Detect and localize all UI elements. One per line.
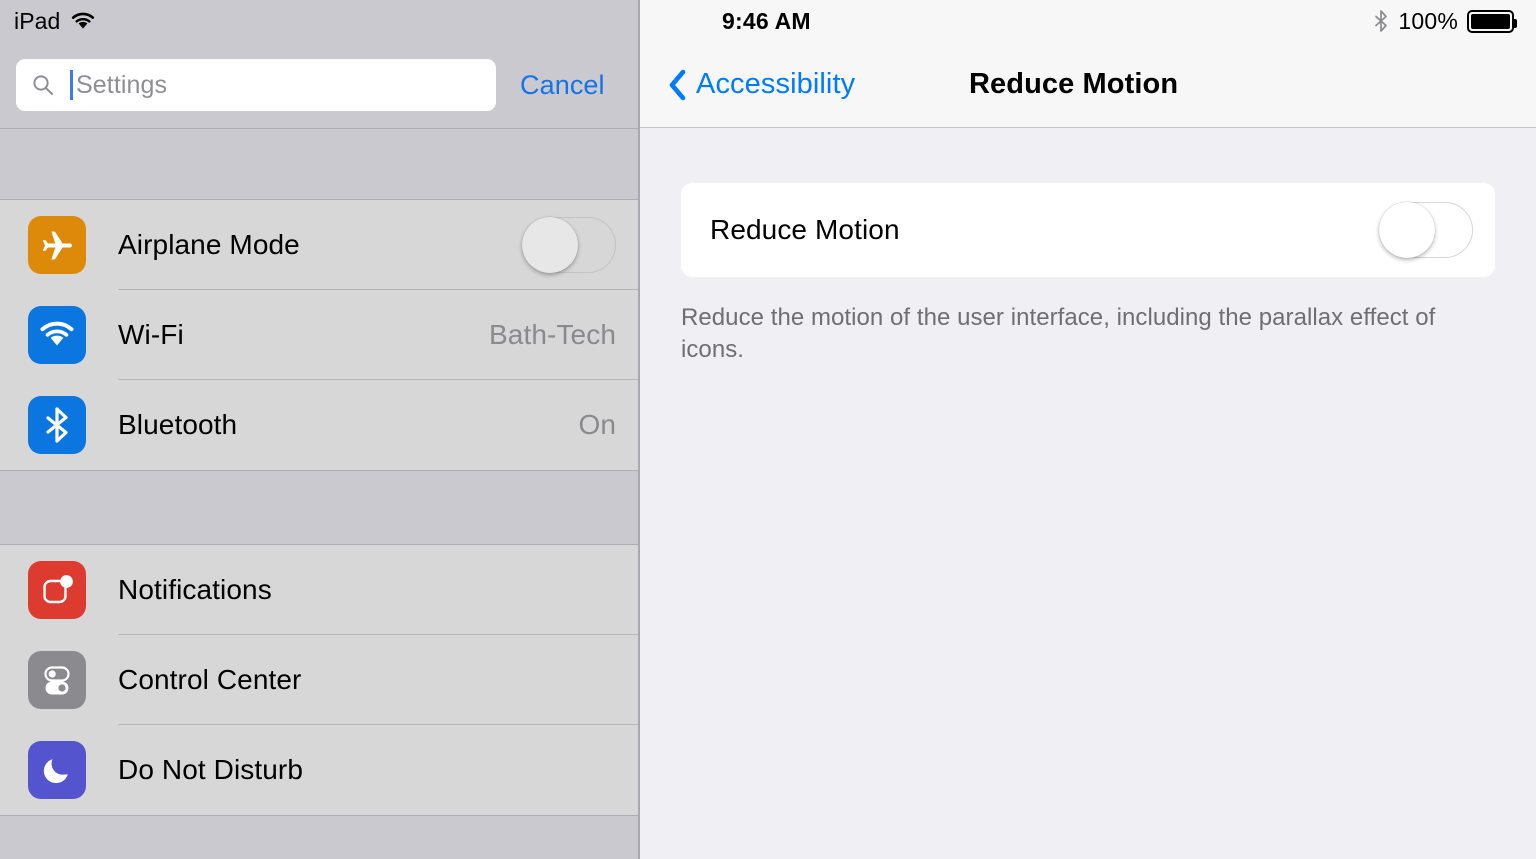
settings-sidebar: iPad Settings Cancel Airplane Mode Wi-Fi… <box>0 0 640 859</box>
sidebar-item-label: Airplane Mode <box>118 229 300 260</box>
battery-percent-label: 100% <box>1398 7 1458 34</box>
sidebar-group-gap-middle <box>0 470 638 545</box>
device-name-label: iPad <box>14 7 61 34</box>
sidebar-bottom-area <box>0 815 638 859</box>
search-icon <box>33 75 53 95</box>
toggle-knob <box>1379 202 1435 258</box>
back-button[interactable]: Accessibility <box>668 68 855 101</box>
sidebar-item-label: Do Not Disturb <box>118 754 304 785</box>
notifications-icon <box>28 561 86 619</box>
ipad-settings-screen: iPad Settings Cancel Airplane Mode Wi-Fi… <box>0 0 1536 859</box>
sidebar-item-airplane-mode[interactable]: Airplane Mode <box>0 200 638 290</box>
do-not-disturb-icon <box>28 741 86 799</box>
reduce-motion-row[interactable]: Reduce Motion <box>681 183 1495 277</box>
bluetooth-icon <box>28 396 86 454</box>
wifi-icon <box>28 306 86 364</box>
back-button-label: Accessibility <box>696 68 856 100</box>
panel-navigation-bar: Accessibility Reduce Motion <box>640 42 1536 128</box>
wifi-status-icon <box>70 11 96 31</box>
sidebar-group-connectivity: Airplane Mode Wi-Fi Bath-Tech Bluetooth … <box>0 200 638 470</box>
page-title: Reduce Motion <box>969 68 1179 100</box>
sidebar-item-notifications[interactable]: Notifications <box>0 545 638 635</box>
sidebar-item-bluetooth[interactable]: Bluetooth On <box>0 380 638 470</box>
detail-panel: 9:46 AM 100% Accessibility Reduce Motion <box>640 0 1536 859</box>
reduce-motion-description: Reduce the motion of the user interface,… <box>681 304 1436 363</box>
sidebar-item-control-center[interactable]: Control Center <box>0 635 638 725</box>
text-cursor <box>70 70 73 100</box>
panel-status-bar: 9:46 AM 100% <box>640 0 1536 42</box>
sidebar-item-do-not-disturb[interactable]: Do Not Disturb <box>0 725 638 815</box>
chevron-left-icon <box>669 69 686 100</box>
reduce-motion-toggle[interactable] <box>1379 202 1473 258</box>
sidebar-item-label: Notifications <box>118 574 272 605</box>
clock-label: 9:46 AM <box>722 7 811 34</box>
battery-nub <box>1514 18 1517 28</box>
sidebar-item-label: Control Center <box>118 664 302 695</box>
bluetooth-state-value: On <box>578 409 616 440</box>
panel-content: Reduce Motion Reduce the motion of the u… <box>640 183 1536 365</box>
search-bar-row: Settings Cancel <box>0 42 638 128</box>
sidebar-group-gap-top <box>0 128 638 200</box>
search-input[interactable]: Settings <box>16 59 496 111</box>
airplane-icon <box>28 216 86 274</box>
airplane-mode-toggle[interactable] <box>522 217 616 273</box>
sidebar-status-bar: iPad <box>0 0 638 42</box>
wifi-network-value: Bath-Tech <box>489 319 616 350</box>
sidebar-item-label: Bluetooth <box>118 409 238 440</box>
sidebar-item-label: Wi-Fi <box>118 319 184 350</box>
status-indicators: 100% <box>1373 7 1517 35</box>
toggle-knob <box>522 217 578 273</box>
cancel-button[interactable]: Cancel <box>520 70 605 101</box>
search-placeholder-label: Settings <box>76 70 168 99</box>
battery-fill <box>1471 13 1510 29</box>
control-center-icon <box>28 651 86 709</box>
sidebar-item-wifi[interactable]: Wi-Fi Bath-Tech <box>0 290 638 380</box>
battery-full-icon <box>1467 9 1517 33</box>
bluetooth-icon <box>1375 10 1388 32</box>
sidebar-group-system: Notifications Control Center Do Not Dist… <box>0 545 638 815</box>
reduce-motion-label: Reduce Motion <box>710 214 900 245</box>
